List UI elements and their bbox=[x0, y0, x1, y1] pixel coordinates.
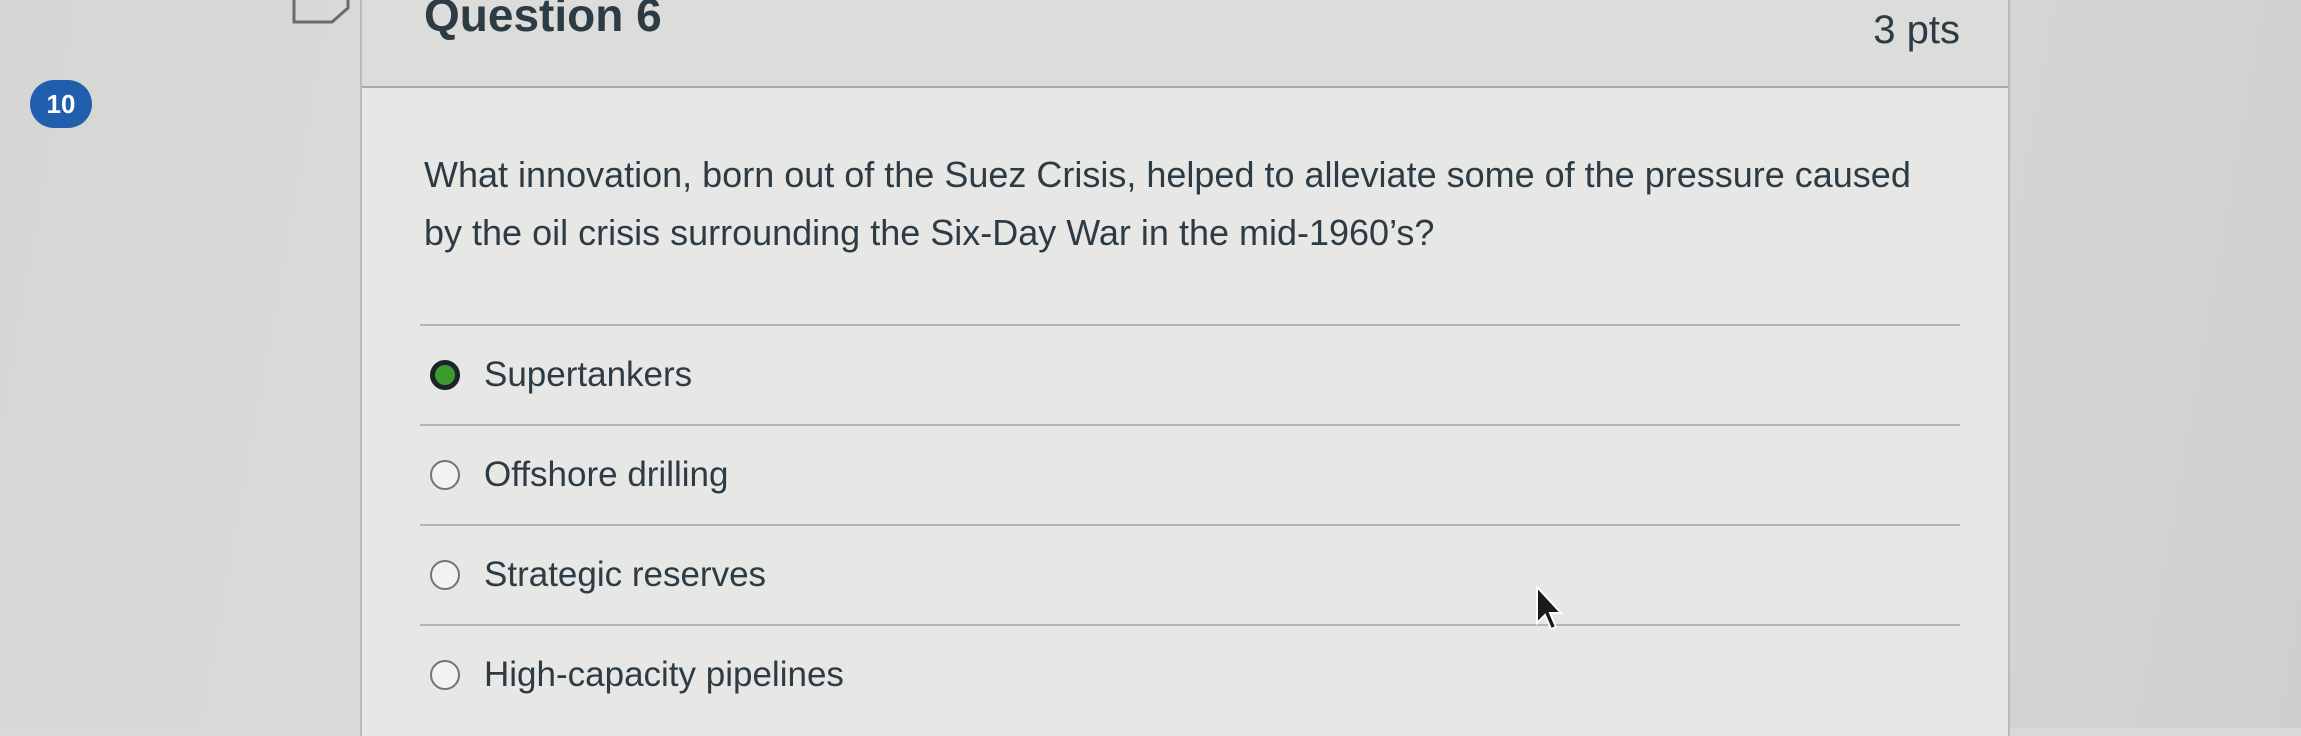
answer-label: Strategic reserves bbox=[484, 555, 767, 594]
radio-button-selected[interactable] bbox=[430, 360, 460, 390]
answer-list: Supertankers Offshore drilling Strategic… bbox=[420, 324, 1960, 724]
answer-option[interactable]: Offshore drilling bbox=[420, 426, 1960, 524]
question-title: Question 6 bbox=[424, 0, 662, 41]
question-number-badge[interactable]: 10 bbox=[30, 80, 92, 128]
question-text: What innovation, born out of the Suez Cr… bbox=[424, 154, 1911, 253]
answer-label: High-capacity pipelines bbox=[484, 655, 844, 694]
answer-option[interactable]: Supertankers bbox=[420, 326, 1960, 424]
flag-icon[interactable] bbox=[292, 0, 352, 30]
answer-option[interactable]: High-capacity pipelines bbox=[420, 626, 1960, 724]
mouse-pointer-icon bbox=[1536, 585, 1564, 631]
answer-label: Offshore drilling bbox=[484, 455, 729, 494]
radio-button[interactable] bbox=[430, 460, 460, 490]
answer-label: Supertankers bbox=[484, 355, 693, 394]
question-card: Question 6 3 pts What innovation, born o… bbox=[360, 0, 2010, 736]
radio-button[interactable] bbox=[430, 660, 460, 690]
answer-option[interactable]: Strategic reserves bbox=[420, 526, 1960, 624]
radio-button[interactable] bbox=[430, 560, 460, 590]
question-header: Question 6 3 pts bbox=[362, 0, 2008, 88]
question-points: 3 pts bbox=[1873, 8, 1960, 52]
